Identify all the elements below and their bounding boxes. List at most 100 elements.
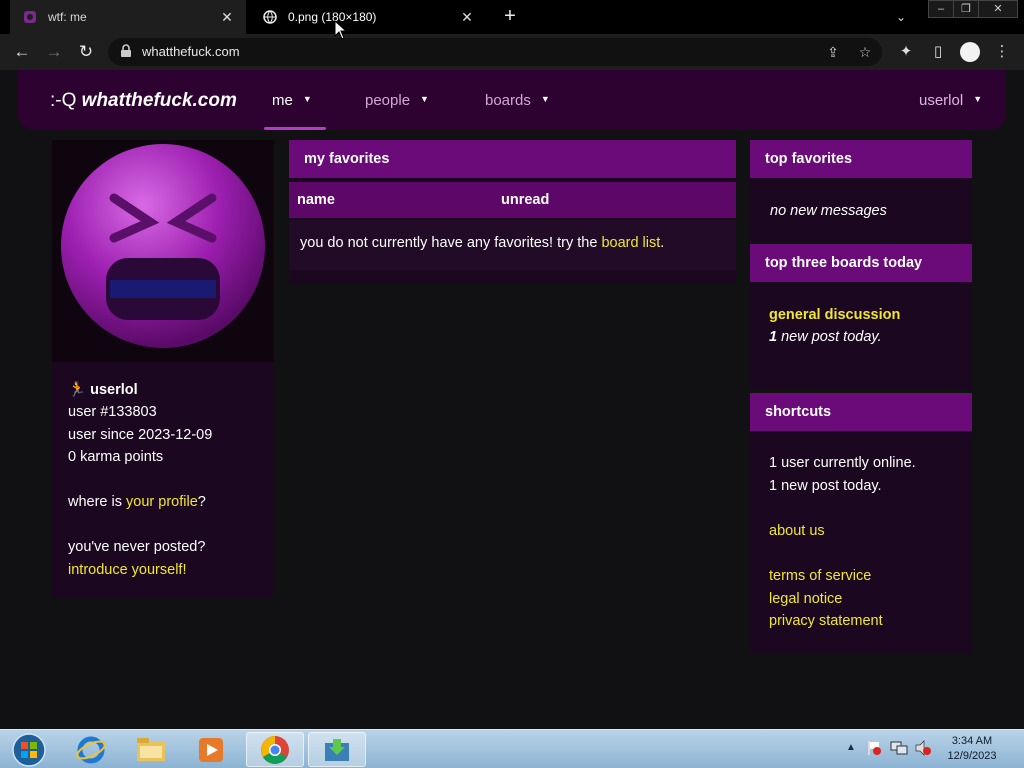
clock-date: 12/9/2023 — [947, 750, 997, 762]
lock-icon — [120, 44, 134, 58]
profile-avatar-icon[interactable] — [960, 42, 980, 62]
forward-arrow-icon[interactable]: → — [44, 42, 64, 62]
where-prefix: where is — [68, 494, 127, 510]
board-list-link[interactable]: board list — [601, 235, 660, 251]
back-arrow-icon[interactable]: ← — [12, 42, 32, 62]
no-favorites-message: you do not currently have any favorites!… — [300, 235, 664, 251]
url-text: whatthefuck.com — [142, 44, 240, 59]
action-center-flag-icon[interactable] — [866, 740, 882, 756]
active-nav-underline — [264, 127, 326, 130]
introduce-yourself-link[interactable]: introduce yourself! — [68, 562, 186, 578]
legal-notice-link[interactable]: legal notice — [769, 591, 842, 607]
users-online: 1 user currently online. — [769, 455, 916, 471]
nav-me[interactable]: me ▼ — [272, 92, 312, 109]
no-new-messages: no new messages — [770, 203, 887, 219]
avatar — [52, 140, 274, 362]
internet-explorer-icon[interactable] — [62, 732, 120, 767]
top-boards-header: top three boards today — [750, 244, 972, 282]
general-discussion-link[interactable]: general discussion — [769, 307, 900, 323]
clock-time: 3:34 AM — [951, 735, 993, 747]
favorites-panel: my favorites name unread you do not curr… — [289, 140, 736, 284]
download-app-icon[interactable] — [308, 732, 366, 767]
tab-title: 0.png (180×180) — [288, 10, 377, 24]
file-explorer-icon[interactable] — [122, 732, 180, 767]
logo-name: whatthefuck.com — [81, 90, 237, 111]
runner-icon: 🏃 — [68, 382, 87, 398]
browser-tab-image[interactable]: 0.png (180×180) ✕ — [250, 0, 486, 34]
nav-boards[interactable]: boards ▼ — [485, 92, 550, 109]
shortcuts-header: shortcuts — [750, 393, 972, 431]
network-icon[interactable] — [890, 740, 908, 756]
your-profile-link[interactable]: your profile — [126, 494, 198, 510]
extensions-puzzle-icon[interactable]: ✦ — [896, 42, 916, 62]
where-profile-line: where is your profile? — [68, 494, 206, 510]
side-panel-icon[interactable]: ▯ — [928, 42, 948, 62]
browser-toolbar: ← → ↻ whatthefuck.com ⇪ ☆ ✦ ▯ ⋮ — [0, 34, 1024, 70]
close-tab-icon[interactable]: ✕ — [460, 9, 474, 26]
site-navbar: :-Q whatthefuck.com me ▼ people ▼ boards ▼ … — [18, 70, 1006, 130]
caret-down-icon: ▼ — [973, 94, 983, 104]
bookmark-star-icon[interactable]: ☆ — [856, 43, 874, 61]
browser-tab-wtf[interactable]: wtf: me ✕ — [10, 0, 246, 34]
profile-username: 🏃 userlol — [68, 381, 138, 398]
nav-people-label: people — [365, 92, 411, 109]
minimize-icon[interactable]: – — [928, 0, 954, 18]
col-name[interactable]: name — [297, 192, 335, 208]
site-favicon-icon — [22, 9, 38, 25]
site-logo[interactable]: :-Q whatthefuck.com — [50, 90, 237, 112]
top-favorites-panel: top favorites no new messages — [750, 140, 972, 242]
show-hidden-icons-icon[interactable]: ▲ — [846, 742, 856, 753]
profile-panel: 🏃 userlol user #133803 user since 2023-1… — [52, 140, 274, 597]
never-posted-text: you've never posted? — [68, 539, 206, 555]
caret-down-icon: ▼ — [540, 94, 550, 104]
favorites-body: you do not currently have any favorites!… — [289, 220, 736, 270]
chrome-taskbar-icon[interactable] — [246, 732, 304, 767]
laughing-face-avatar-icon — [61, 144, 265, 348]
system-clock[interactable]: 3:34 AM 12/9/2023 — [944, 734, 1000, 764]
new-posts-today: 1 new post today. — [769, 478, 882, 494]
user-number: user #133803 — [68, 404, 157, 420]
board-post-count: 1 new post today. — [769, 329, 882, 345]
close-window-icon[interactable]: ✕ — [978, 0, 1018, 18]
tab-search-chevron-icon[interactable]: ⌄ — [896, 10, 906, 24]
user-menu[interactable]: userlol ▼ — [919, 92, 982, 109]
where-suffix: ? — [197, 494, 206, 510]
volume-muted-icon[interactable] — [914, 740, 932, 756]
address-bar[interactable]: whatthefuck.com ⇪ ☆ — [108, 38, 882, 66]
windows-taskbar: ▲ 3:34 AM 12/9/2023 — [0, 729, 1024, 768]
mouse-cursor-icon — [334, 20, 346, 40]
restore-icon[interactable]: ❐ — [953, 0, 979, 18]
user-menu-label: userlol — [919, 92, 964, 109]
empty-suffix: . — [660, 235, 665, 251]
privacy-statement-link[interactable]: privacy statement — [769, 613, 883, 629]
share-icon[interactable]: ⇪ — [824, 43, 842, 61]
top-favorites-header: top favorites — [750, 140, 972, 178]
post-count-suffix: new post today. — [777, 329, 882, 345]
caret-down-icon: ▼ — [420, 94, 429, 104]
browser-tab-strip: wtf: me ✕ 0.png (180×180) ✕ + ⌄ – ❐ ✕ — [0, 0, 1024, 34]
logo-prefix: :-Q — [50, 90, 77, 111]
nav-boards-label: boards — [485, 92, 531, 109]
about-us-link[interactable]: about us — [769, 523, 825, 539]
nav-me-label: me — [272, 92, 293, 109]
new-tab-button[interactable]: + — [500, 6, 520, 26]
empty-prefix: you do not currently have any favorites!… — [300, 235, 602, 251]
post-count-number: 1 — [769, 329, 778, 345]
globe-icon — [262, 9, 278, 25]
menu-kebab-icon[interactable]: ⋮ — [992, 42, 1012, 62]
reload-icon[interactable]: ↻ — [76, 42, 96, 62]
user-since: user since 2023-12-09 — [68, 427, 213, 443]
tab-title: wtf: me — [48, 10, 87, 24]
username-text: userlol — [90, 382, 138, 398]
media-player-icon[interactable] — [182, 732, 240, 767]
favorites-column-header: name unread — [289, 182, 736, 218]
close-tab-icon[interactable]: ✕ — [220, 9, 234, 26]
terms-of-service-link[interactable]: terms of service — [769, 568, 871, 584]
start-orb-icon[interactable] — [0, 732, 58, 767]
no-new-messages-text: no new messages — [770, 203, 887, 219]
top-boards-panel: top three boards today general discussio… — [750, 244, 972, 390]
favorites-header: my favorites — [289, 140, 736, 178]
page-content: :-Q whatthefuck.com me ▼ people ▼ boards ▼ … — [0, 70, 1024, 729]
nav-people[interactable]: people ▼ — [365, 92, 429, 109]
col-unread[interactable]: unread — [501, 192, 549, 208]
